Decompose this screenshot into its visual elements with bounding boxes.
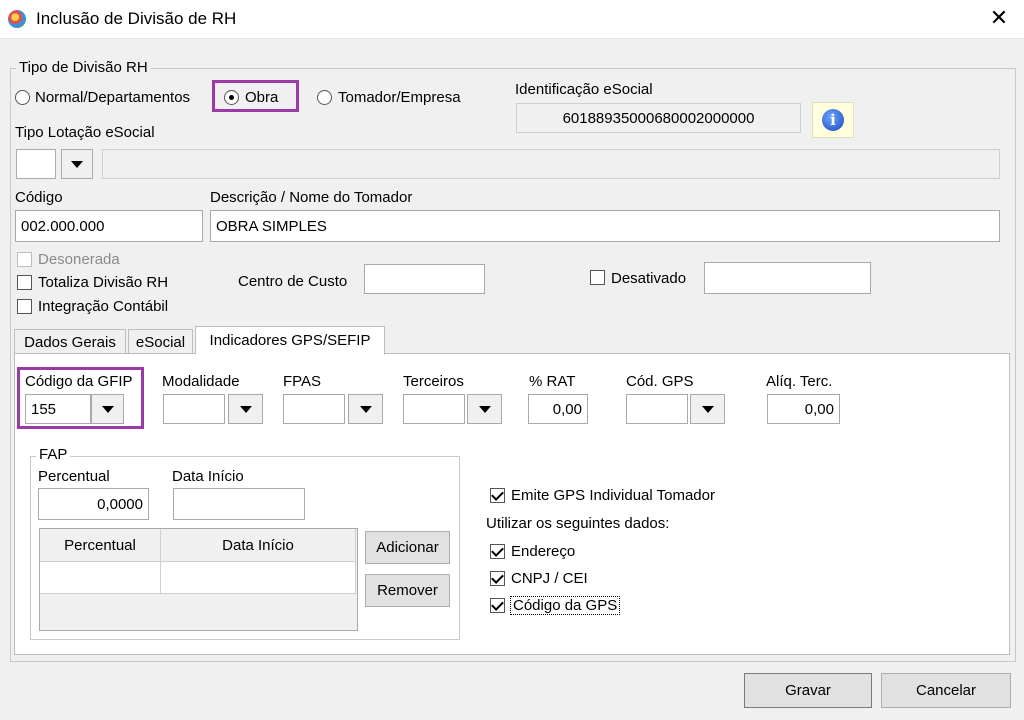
codigo-gfip-label: Código da GFIP xyxy=(25,373,133,390)
fap-data-inicio-label: Data Início xyxy=(172,468,244,485)
tab-indicadores[interactable]: Indicadores GPS/SEFIP xyxy=(195,326,385,355)
chevron-down-icon xyxy=(101,405,114,413)
tipo-lotacao-code[interactable] xyxy=(16,149,56,179)
endereco-label: Endereço xyxy=(511,543,576,560)
codigo-gps-checkbox[interactable] xyxy=(490,598,505,613)
terceiros-label: Terceiros xyxy=(403,373,464,390)
aliq-terc-input[interactable]: 0,00 xyxy=(767,394,840,424)
tipo-lotacao-dropdown[interactable] xyxy=(61,149,93,179)
cnpj-label: CNPJ / CEI xyxy=(511,570,588,587)
close-icon[interactable]: ✕ xyxy=(984,4,1014,32)
title-bar: Inclusão de Divisão de RH ✕ xyxy=(0,0,1024,38)
cancelar-button[interactable]: Cancelar xyxy=(881,673,1011,708)
chevron-down-icon xyxy=(701,405,714,413)
terceiros-dropdown[interactable] xyxy=(467,394,502,424)
grid-header-percentual[interactable]: Percentual xyxy=(40,529,161,562)
app-icon xyxy=(8,10,26,28)
descricao-label: Descrição / Nome do Tomador xyxy=(210,189,413,206)
cod-gps-input[interactable] xyxy=(626,394,688,424)
radio-normal-label: Normal/Departamentos xyxy=(35,89,191,106)
emite-gps-label: Emite GPS Individual Tomador xyxy=(511,487,715,504)
desativado-input[interactable] xyxy=(704,262,871,294)
radio-obra-label: Obra xyxy=(245,89,279,106)
codigo-gfip-input[interactable]: 155 xyxy=(25,394,91,424)
chevron-down-icon xyxy=(359,405,372,413)
rat-input[interactable]: 0,00 xyxy=(528,394,588,424)
modalidade-label: Modalidade xyxy=(162,373,240,390)
info-button[interactable]: i xyxy=(812,102,854,138)
rat-label: % RAT xyxy=(529,373,576,390)
tipo-lotacao-label: Tipo Lotação eSocial xyxy=(15,124,155,141)
terceiros-input[interactable] xyxy=(403,394,465,424)
descricao-input[interactable]: OBRA SIMPLES xyxy=(210,210,1000,242)
desonerada-label: Desonerada xyxy=(38,251,120,268)
integracao-checkbox[interactable] xyxy=(17,299,32,314)
gravar-button[interactable]: Gravar xyxy=(744,673,872,708)
radio-obra[interactable] xyxy=(224,90,239,105)
totaliza-checkbox[interactable] xyxy=(17,275,32,290)
chevron-down-icon xyxy=(478,405,491,413)
fpas-dropdown[interactable] xyxy=(348,394,383,424)
endereco-checkbox[interactable] xyxy=(490,544,505,559)
codigo-gfip-dropdown[interactable] xyxy=(91,394,124,424)
tab-dados-gerais[interactable]: Dados Gerais xyxy=(14,329,126,355)
fap-percentual-input[interactable]: 0,0000 xyxy=(38,488,149,520)
utilizar-label: Utilizar os seguintes dados: xyxy=(486,515,670,532)
fap-legend: FAP xyxy=(36,446,71,463)
radio-tomador-label: Tomador/Empresa xyxy=(338,89,461,106)
modalidade-dropdown[interactable] xyxy=(228,394,263,424)
fap-data-inicio-input[interactable] xyxy=(173,488,305,520)
cancelar-label: Cancelar xyxy=(915,682,977,699)
emite-gps-checkbox[interactable] xyxy=(490,488,505,503)
centro-custo-input[interactable] xyxy=(364,264,485,294)
fpas-label: FPAS xyxy=(283,373,322,390)
info-icon: i xyxy=(822,109,844,131)
centro-custo-label: Centro de Custo xyxy=(238,273,348,290)
tipo-lotacao-description xyxy=(102,149,1000,179)
desativado-checkbox[interactable] xyxy=(590,270,605,285)
desativado-label: Desativado xyxy=(611,270,687,287)
modalidade-input[interactable] xyxy=(163,394,225,424)
identificacao-label: Identificação eSocial xyxy=(515,81,653,98)
radio-tomador[interactable] xyxy=(317,90,332,105)
codigo-gps-label: Código da GPS xyxy=(510,596,621,615)
identificacao-field: 60188935000680002000000 xyxy=(516,103,801,133)
fap-percentual-label: Percentual xyxy=(38,468,110,485)
fpas-input[interactable] xyxy=(283,394,345,424)
window-title: Inclusão de Divisão de RH xyxy=(36,9,237,28)
adicionar-button[interactable]: Adicionar xyxy=(365,531,450,564)
aliq-terc-label: Alíq. Terc. xyxy=(766,373,833,390)
radio-normal[interactable] xyxy=(15,90,30,105)
remover-button[interactable]: Remover xyxy=(365,574,450,607)
cnpj-checkbox[interactable] xyxy=(490,571,505,586)
cod-gps-label: Cód. GPS xyxy=(626,373,694,390)
gravar-label: Gravar xyxy=(785,682,831,699)
totaliza-label: Totaliza Divisão RH xyxy=(38,274,169,291)
integracao-label: Integração Contábil xyxy=(38,298,169,315)
codigo-input[interactable]: 002.000.000 xyxy=(15,210,203,242)
chevron-down-icon xyxy=(71,160,83,168)
desonerada-checkbox xyxy=(17,252,32,267)
grid-cell[interactable] xyxy=(40,562,161,594)
codigo-label: Código xyxy=(15,189,63,206)
grid-header-data-inicio[interactable]: Data Início xyxy=(161,529,356,562)
tipo-divisao-legend: Tipo de Divisão RH xyxy=(16,59,151,76)
chevron-down-icon xyxy=(239,405,252,413)
tab-esocial[interactable]: eSocial xyxy=(128,329,193,355)
grid-cell[interactable] xyxy=(161,562,356,594)
identificacao-value: 60188935000680002000000 xyxy=(562,109,755,127)
cod-gps-dropdown[interactable] xyxy=(690,394,725,424)
